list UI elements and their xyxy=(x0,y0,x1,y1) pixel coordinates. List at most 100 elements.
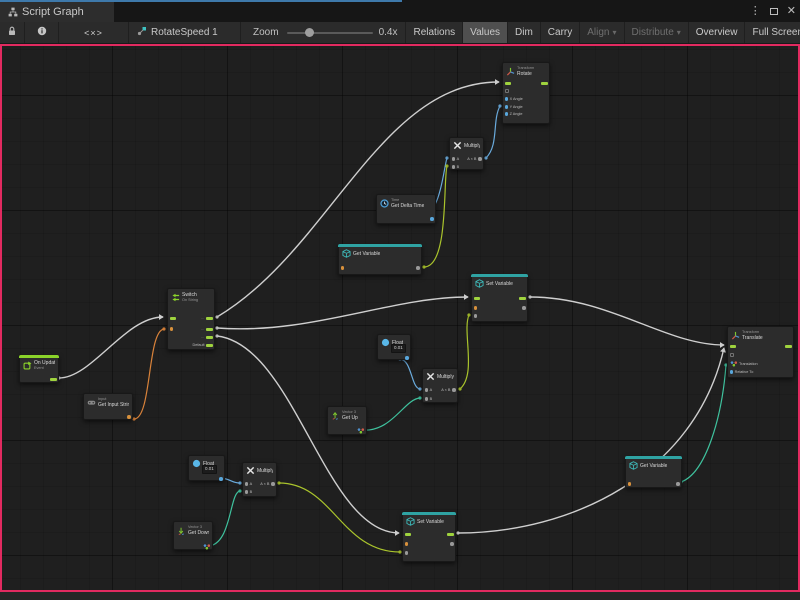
flow-port[interactable] xyxy=(785,345,792,348)
zoom-slider-handle[interactable] xyxy=(305,28,314,37)
value-input-field[interactable]: 0.01 xyxy=(202,465,217,474)
flow-port[interactable] xyxy=(405,533,412,536)
flow-port[interactable] xyxy=(206,328,213,331)
get-up-node[interactable]: Vector 3Get Up xyxy=(327,406,367,435)
string-port[interactable] xyxy=(127,415,131,419)
graph-canvas[interactable]: On UpdateEventInputGet Input StringSwitc… xyxy=(0,45,800,591)
zoom-slider-track xyxy=(287,32,373,34)
window-close-icon[interactable]: ✕ xyxy=(787,6,796,17)
graph-toolbar: <×> RotateSpeed 1 Zoom 0.4x RelationsVal… xyxy=(0,22,800,44)
node-header: Multiply xyxy=(450,138,483,150)
value-input-field[interactable]: 0.01 xyxy=(391,344,406,353)
toolbar-button-align[interactable]: Align xyxy=(579,22,623,43)
window-maximize-icon[interactable] xyxy=(770,8,778,15)
toolbar-button-carry[interactable]: Carry xyxy=(540,22,579,43)
multiply-mid-node[interactable]: MultiplyAA × BB xyxy=(422,368,458,403)
target-port[interactable] xyxy=(730,353,734,357)
flow-port[interactable] xyxy=(206,336,213,339)
lock-button[interactable] xyxy=(0,22,25,43)
get-variable-top-node[interactable]: Get Variable xyxy=(338,244,422,275)
toolbar-button-dim[interactable]: Dim xyxy=(507,22,540,43)
node-header: TransformTranslate xyxy=(728,327,793,341)
port-row: B xyxy=(452,164,482,170)
translate-node[interactable]: TransformTranslateTranslationRelative To xyxy=(727,326,794,378)
toolbar-button-full-screen[interactable]: Full Screen xyxy=(744,22,800,43)
toolbar-button-distribute[interactable]: Distribute xyxy=(624,22,688,43)
info-button[interactable] xyxy=(25,22,59,43)
float-port[interactable] xyxy=(505,105,509,109)
port-row xyxy=(380,355,409,361)
toolbar-button-values[interactable]: Values xyxy=(462,22,507,43)
string-port[interactable] xyxy=(628,482,632,486)
value-port[interactable] xyxy=(450,542,454,546)
toolbar-button-overview[interactable]: Overview xyxy=(688,22,745,43)
flow-port[interactable] xyxy=(170,317,177,320)
set-variable-mid-node[interactable]: Set Variable xyxy=(471,274,528,322)
value-port[interactable] xyxy=(425,397,429,401)
value-port[interactable] xyxy=(452,388,456,392)
float-port[interactable] xyxy=(505,97,509,101)
get-delta-time-node[interactable]: TimeGet Delta Time xyxy=(376,194,436,224)
multiply-icon xyxy=(246,466,255,475)
flow-port[interactable] xyxy=(206,317,213,320)
value-port[interactable] xyxy=(474,314,478,318)
string-port[interactable] xyxy=(405,542,409,546)
value-port[interactable] xyxy=(522,306,526,310)
vector3-port[interactable] xyxy=(203,544,211,550)
flow-port[interactable] xyxy=(447,533,454,536)
get-variable-right-node[interactable]: Get Variable xyxy=(625,456,682,488)
flow-port[interactable] xyxy=(505,82,512,85)
float-port[interactable] xyxy=(219,477,223,481)
switch-on-string-node[interactable]: SwitchOn String………Default xyxy=(167,288,215,350)
string-port[interactable] xyxy=(341,266,345,270)
port-row: … xyxy=(170,326,213,332)
graph-asset-chip[interactable]: RotateSpeed 1 xyxy=(129,22,241,43)
value-port[interactable] xyxy=(245,490,249,494)
flow-port[interactable] xyxy=(474,297,481,300)
value-port[interactable] xyxy=(452,165,456,169)
target-port[interactable] xyxy=(505,89,509,93)
set-variable-bottom-node[interactable]: Set Variable xyxy=(402,512,456,562)
flow-port[interactable] xyxy=(50,378,57,381)
port-row: Z Angle xyxy=(505,111,548,117)
port-row: … xyxy=(170,334,213,340)
get-input-string-node[interactable]: InputGet Input String xyxy=(83,393,133,420)
vector3-port[interactable] xyxy=(357,428,365,434)
value-port[interactable] xyxy=(425,388,429,392)
variable-icon xyxy=(475,279,484,288)
tab-script-graph[interactable]: Script Graph xyxy=(0,2,114,22)
port-left-group: B xyxy=(425,397,433,401)
zoom-slider[interactable] xyxy=(287,22,373,43)
rotate-node[interactable]: TransformRotateX AngleY AngleZ Angle xyxy=(502,62,550,124)
flow-port[interactable] xyxy=(541,82,548,85)
value-port[interactable] xyxy=(452,157,456,161)
vector3-port[interactable] xyxy=(730,361,738,367)
toolbar-button-relations[interactable]: Relations xyxy=(405,22,462,43)
code-view-button[interactable]: <×> xyxy=(59,22,129,43)
float-port[interactable] xyxy=(430,217,434,221)
on-update-node[interactable]: On UpdateEvent xyxy=(19,355,59,383)
port-left-group xyxy=(505,82,512,85)
float-bottom-node[interactable]: Float0.01 xyxy=(188,455,225,481)
float-port[interactable] xyxy=(405,356,409,360)
string-port[interactable] xyxy=(170,327,174,331)
multiply-bottom-node[interactable]: MultiplyAA × BB xyxy=(242,462,277,497)
value-port[interactable] xyxy=(416,266,420,270)
string-port[interactable] xyxy=(474,306,478,310)
float-port[interactable] xyxy=(505,112,509,116)
value-port[interactable] xyxy=(405,551,409,555)
multiply-top-node[interactable]: MultiplyAA × BB xyxy=(449,137,484,170)
float-mid-node[interactable]: Float0.01 xyxy=(377,334,411,360)
node-titles: InputGet Input String xyxy=(98,397,129,408)
flow-port[interactable] xyxy=(730,345,737,348)
value-port[interactable] xyxy=(271,482,275,486)
value-port[interactable] xyxy=(478,157,482,161)
value-port[interactable] xyxy=(676,482,680,486)
flow-port[interactable] xyxy=(206,344,213,347)
flow-port[interactable] xyxy=(519,297,526,300)
window-menu-icon[interactable]: ⋮ xyxy=(750,6,761,17)
get-down-node[interactable]: Vector 3Get Down xyxy=(173,521,213,550)
node-accent-bar xyxy=(471,274,528,277)
float-port[interactable] xyxy=(730,370,734,374)
value-port[interactable] xyxy=(245,482,249,486)
